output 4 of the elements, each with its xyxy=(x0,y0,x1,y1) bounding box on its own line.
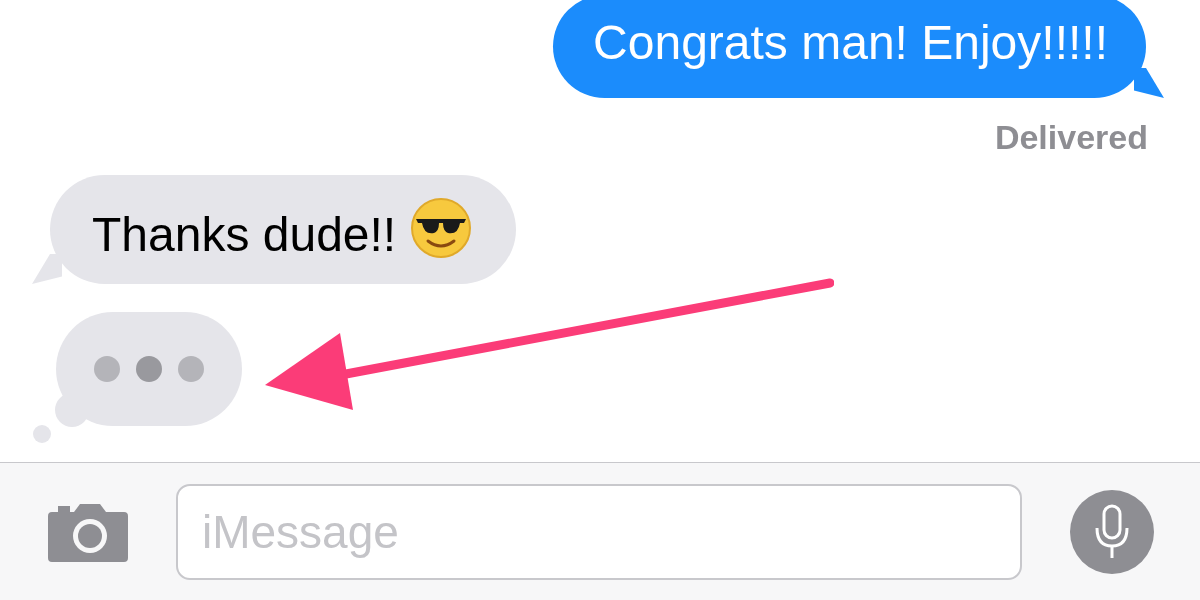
message-bubble: Thanks dude!! xyxy=(32,175,517,284)
delivery-status: Delivered xyxy=(994,118,1148,157)
camera-icon[interactable] xyxy=(48,501,128,562)
input-field[interactable]: iMessage xyxy=(176,483,1022,580)
